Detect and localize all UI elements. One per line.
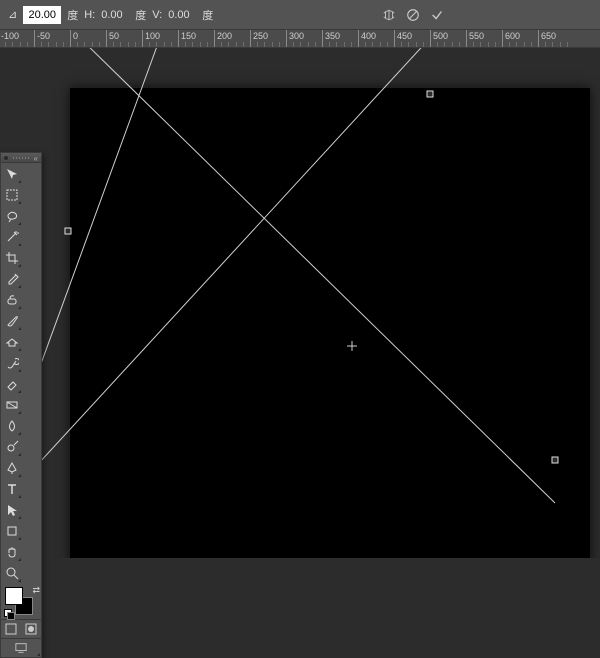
ruler-tick-label: 50 [109, 31, 119, 41]
h-unit: 度 [135, 7, 146, 23]
move-tool[interactable] [1, 163, 22, 184]
ruler-tick-label: 400 [361, 31, 376, 41]
path-selection-tool[interactable] [1, 499, 22, 520]
default-colors-icon[interactable] [4, 609, 13, 618]
ruler-tick-label: 350 [325, 31, 340, 41]
v-value[interactable]: 0.00 [168, 9, 196, 21]
collapse-icon[interactable]: « [34, 154, 38, 163]
tools-panel-grip[interactable]: « [1, 153, 41, 163]
clone-stamp-tool[interactable] [1, 331, 22, 352]
ruler-tick-label: 600 [505, 31, 520, 41]
ruler-tick-label: 100 [145, 31, 160, 41]
angle-symbol: ⊿ [8, 8, 17, 21]
v-unit: 度 [202, 7, 213, 23]
marquee-tool[interactable] [1, 184, 22, 205]
ruler-tick-label: 0 [73, 31, 78, 41]
standard-mode-button[interactable] [1, 620, 21, 638]
pen-tool[interactable] [1, 457, 22, 478]
ruler-tick-label: 650 [541, 31, 556, 41]
ruler-tick-label: 150 [181, 31, 196, 41]
v-label: V: [152, 9, 162, 21]
eyedropper-tool[interactable] [1, 268, 22, 289]
angle-unit: 度 [67, 7, 78, 23]
foreground-color-swatch[interactable] [5, 587, 23, 605]
lasso-tool[interactable] [1, 205, 22, 226]
shape-tool[interactable] [1, 520, 22, 541]
screen-mode-button[interactable] [1, 639, 41, 657]
zoom-tool[interactable] [1, 562, 22, 583]
quick-mask-button[interactable] [21, 620, 41, 638]
dodge-tool[interactable] [1, 436, 22, 457]
transform-handle[interactable] [427, 91, 433, 97]
angle-input[interactable] [23, 6, 61, 24]
blur-tool[interactable] [1, 415, 22, 436]
quick-mask-row [1, 619, 41, 638]
artboard[interactable] [70, 88, 590, 558]
transform-handle[interactable] [552, 457, 558, 463]
h-value[interactable]: 0.00 [101, 9, 129, 21]
gradient-tool[interactable] [1, 394, 22, 415]
tools-panel: « ⇄ [0, 152, 42, 658]
commit-transform-button[interactable] [428, 6, 446, 24]
brush-tool[interactable] [1, 310, 22, 331]
crop-tool[interactable] [1, 247, 22, 268]
ruler-tick-label: 450 [397, 31, 412, 41]
ruler-horizontal[interactable]: -100 -50 0 50 100 150 200 250 300 350 400 450 500 550… [0, 30, 600, 48]
ruler-tick-label: -50 [37, 31, 50, 41]
spot-healing-tool[interactable] [1, 289, 22, 310]
options-bar: ⊿ 度 H: 0.00 度 V: 0.00 度 [0, 0, 600, 30]
transform-handle[interactable] [65, 228, 71, 234]
ruler-tick-label: -100 [1, 31, 19, 41]
hand-tool[interactable] [1, 541, 22, 562]
history-brush-tool[interactable] [1, 352, 22, 373]
eraser-tool[interactable] [1, 373, 22, 394]
type-tool[interactable] [1, 478, 22, 499]
ruler-tick-label: 250 [253, 31, 268, 41]
warp-icon [380, 6, 398, 24]
ruler-tick-label: 300 [289, 31, 304, 41]
ruler-tick-label: 500 [433, 31, 448, 41]
cancel-transform-button[interactable] [404, 6, 422, 24]
h-label: H: [84, 9, 95, 21]
swap-colors-icon[interactable]: ⇄ [32, 585, 40, 596]
ruler-tick-label: 550 [469, 31, 484, 41]
ruler-tick-label: 200 [217, 31, 232, 41]
magic-wand-tool[interactable] [1, 226, 22, 247]
canvas-area[interactable] [0, 48, 600, 558]
screen-mode-row [1, 638, 41, 657]
color-swatches: ⇄ [1, 583, 43, 619]
